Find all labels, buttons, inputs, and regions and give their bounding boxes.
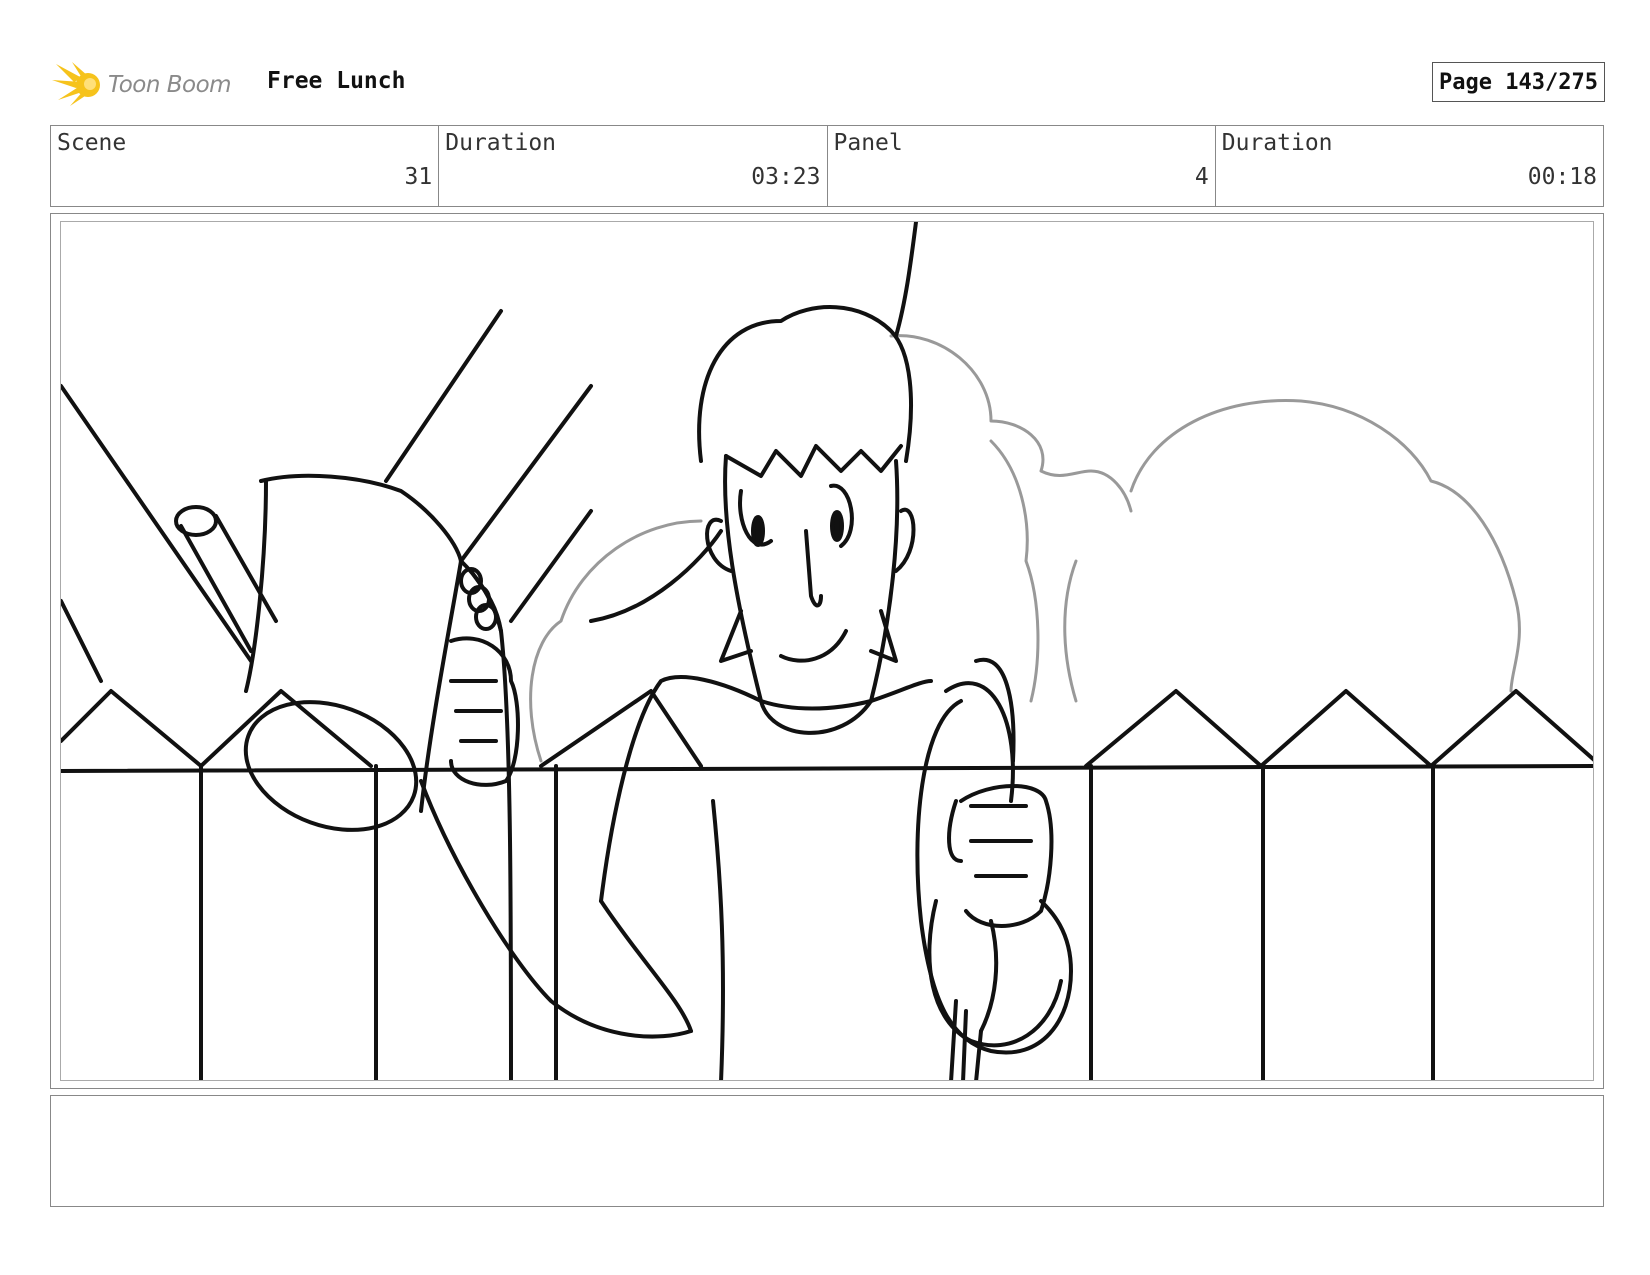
character-sketch xyxy=(419,305,1073,1080)
sunburst-icon xyxy=(52,62,100,106)
panel-value: 4 xyxy=(1194,164,1209,190)
toon-boom-logo: Toon Boom xyxy=(52,60,252,108)
project-title: Free Lunch xyxy=(267,68,406,94)
panel-cell: Panel 4 xyxy=(828,126,1216,206)
storyboard-sketch xyxy=(61,222,1593,1080)
watering-can-sketch xyxy=(174,473,463,832)
info-table: Scene 31 Duration 03:23 Panel 4 Duration… xyxy=(50,125,1604,207)
panel-label: Panel xyxy=(833,130,903,156)
panel-duration-cell: Duration 00:18 xyxy=(1216,126,1603,206)
bushes-sketch xyxy=(529,334,1521,763)
scene-duration-label: Duration xyxy=(445,130,557,156)
logo-wordmark: Toon Boom xyxy=(108,72,232,98)
storyboard-panel xyxy=(60,221,1594,1081)
notes-box xyxy=(50,1095,1604,1207)
scene-duration-cell: Duration 03:23 xyxy=(439,126,828,206)
scene-cell: Scene 31 xyxy=(51,126,440,206)
page-header: Toon Boom Free Lunch Page 143/275 xyxy=(52,56,1605,108)
panel-duration-value: 00:18 xyxy=(1527,164,1597,190)
scene-value: 31 xyxy=(404,164,433,190)
panel-duration-label: Duration xyxy=(1221,130,1333,156)
fence-sketch xyxy=(61,689,1593,1080)
tree-sketch xyxy=(61,222,918,683)
page-counter: Page 143/275 xyxy=(1432,62,1605,102)
scene-label: Scene xyxy=(57,130,127,156)
scene-duration-value: 03:23 xyxy=(751,164,821,190)
